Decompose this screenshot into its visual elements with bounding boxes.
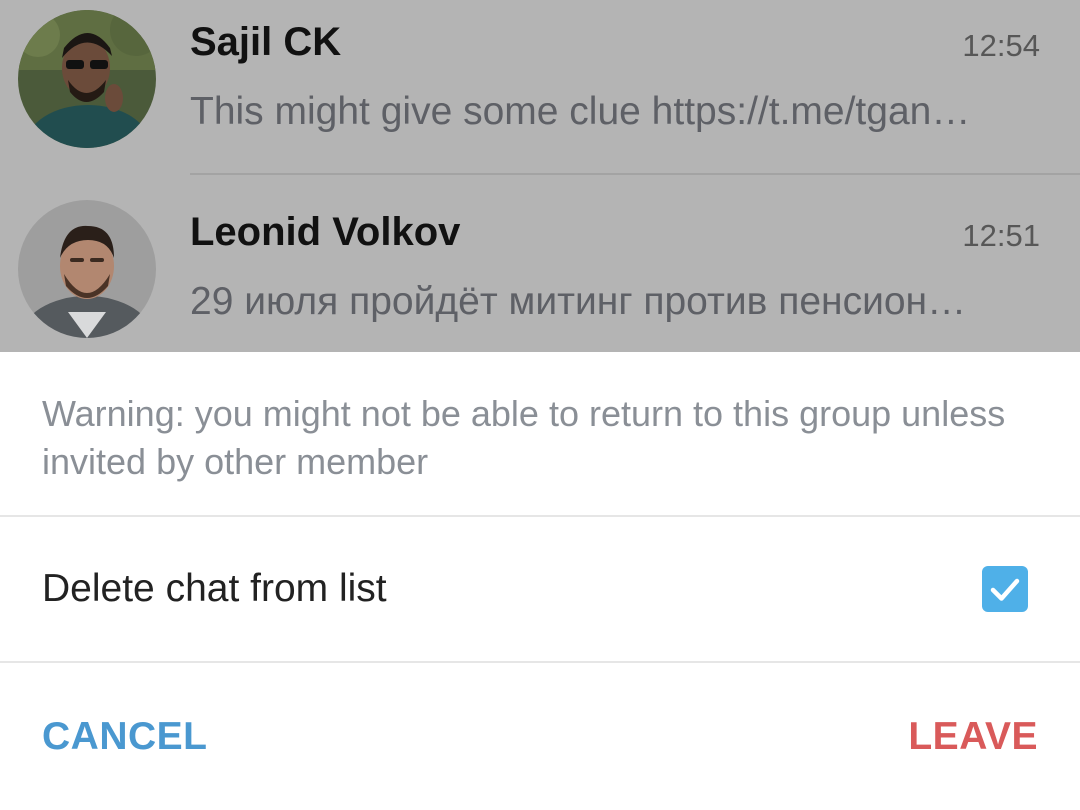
screen: Sajil CK 12:54 This might give some clue… [0, 0, 1080, 810]
cancel-button[interactable]: CANCEL [42, 715, 208, 759]
avatar [18, 10, 156, 148]
dimmed-chat-list: Sajil CK 12:54 This might give some clue… [0, 0, 1080, 352]
dialog-actions: CANCEL LEAVE [0, 663, 1080, 810]
delete-chat-checkbox[interactable] [982, 566, 1028, 612]
chat-preview: This might give some clue https://t.me/t… [190, 90, 971, 133]
avatar-photo-leonid [18, 200, 156, 338]
avatar [18, 200, 156, 338]
leave-group-dialog: Warning: you might not be able to return… [0, 352, 1080, 810]
chat-name: Sajil CK [190, 20, 342, 64]
checkmark-icon [990, 578, 1020, 601]
chat-preview: 29 июля пройдёт митинг против пенсион… [190, 280, 967, 323]
delete-chat-option[interactable]: Delete chat from list [0, 517, 1080, 661]
chat-list-item[interactable]: Sajil CK 12:54 This might give some clue… [0, 0, 1080, 190]
divider [190, 173, 1080, 175]
avatar-photo-sajil [18, 10, 156, 148]
chat-name: Leonid Volkov [190, 210, 461, 254]
delete-chat-label: Delete chat from list [42, 567, 387, 610]
chat-time: 12:51 [962, 218, 1040, 253]
leave-button[interactable]: LEAVE [908, 715, 1038, 759]
warning-message: Warning: you might not be able to return… [42, 393, 1006, 482]
chat-time: 12:54 [962, 28, 1040, 63]
